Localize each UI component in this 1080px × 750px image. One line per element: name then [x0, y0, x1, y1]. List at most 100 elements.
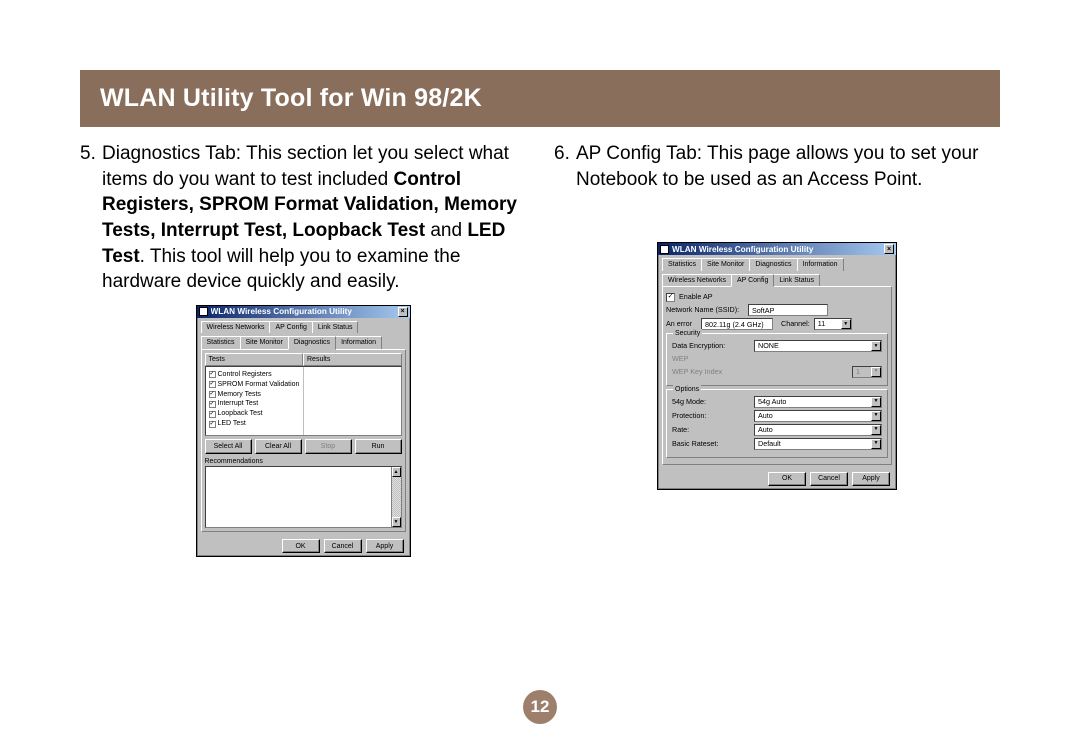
enc-select[interactable]: NONE▼: [754, 340, 882, 352]
checkbox-icon: [209, 391, 216, 398]
basic-label: Basic Rateset:: [672, 439, 754, 449]
diag-buttons: Select All Clear All Stop Run: [205, 439, 402, 453]
prot-select[interactable]: Auto▼: [754, 410, 882, 422]
g54-value: 54g Auto: [755, 397, 871, 407]
figure-a-wrap: ▣ WLAN Wireless Configuration Utility × …: [80, 305, 526, 558]
options-group: Options 54g Mode: 54g Auto▼ Protection: …: [666, 389, 888, 458]
chk-memory[interactable]: Memory Tests: [209, 390, 300, 399]
chk-loopback[interactable]: Loopback Test: [209, 409, 300, 418]
chevron-down-icon: ▼: [871, 425, 881, 435]
options-legend: Options: [673, 385, 701, 394]
test-label: Interrupt Test: [218, 399, 259, 408]
p5c: . This tool will help you to examine the…: [102, 246, 460, 293]
ok-button[interactable]: OK: [282, 539, 320, 553]
ok-button[interactable]: OK: [768, 472, 806, 486]
ssid-input[interactable]: SoftAP: [748, 304, 828, 316]
figure-b-wrap: ▣ WLAN Wireless Configuration Utility × …: [554, 242, 1000, 490]
close-icon[interactable]: ×: [398, 307, 408, 317]
tab-site-monitor[interactable]: Site Monitor: [240, 336, 289, 348]
tab-wireless-networks[interactable]: Wireless Networks: [201, 321, 271, 333]
titlebar: ▣ WLAN Wireless Configuration Utility ×: [197, 306, 410, 318]
channel-select[interactable]: 11▼: [814, 318, 852, 330]
recommendations-box[interactable]: ▲ ▼: [205, 466, 402, 528]
chk-interrupt[interactable]: Interrupt Test: [209, 399, 300, 408]
para-5-text: Diagnostics Tab: This section let you se…: [102, 141, 526, 295]
scroll-down-icon[interactable]: ▼: [392, 517, 401, 527]
list-number: 5.: [80, 141, 102, 295]
page-number-badge: 12: [523, 690, 557, 724]
col-tests-header: Tests: [205, 353, 304, 366]
g54-select[interactable]: 54g Auto▼: [754, 396, 882, 408]
tab-ap-config[interactable]: AP Config: [269, 321, 312, 333]
dialog-buttons: OK Cancel Apply: [197, 536, 410, 556]
tab-site-monitor[interactable]: Site Monitor: [701, 258, 750, 270]
tests-header: Tests Results: [205, 353, 402, 366]
chk-led[interactable]: LED Test: [209, 419, 300, 428]
ssid-row: Network Name (SSID): SoftAP: [666, 304, 888, 316]
scroll-track[interactable]: [392, 477, 401, 517]
prot-row: Protection: Auto▼: [672, 410, 882, 422]
cancel-button[interactable]: Cancel: [324, 539, 362, 553]
wepkey-value: 1: [853, 367, 871, 377]
security-legend: Security: [673, 329, 702, 338]
scrollbar[interactable]: ▲ ▼: [391, 467, 401, 527]
test-label: Control Registers: [218, 370, 272, 379]
anerror-value: 802.11g (2.4 GHz): [701, 318, 773, 330]
chevron-down-icon: ▼: [871, 341, 881, 351]
right-column: 6. AP Config Tab: This page allows you t…: [554, 141, 1000, 557]
g54-label: 54g Mode:: [672, 397, 754, 407]
tabs-row1: Statistics Site Monitor Diagnostics Info…: [658, 255, 896, 270]
chevron-down-icon: ▼: [871, 397, 881, 407]
titlebar: ▣ WLAN Wireless Configuration Utility ×: [658, 243, 896, 255]
select-all-button[interactable]: Select All: [205, 439, 252, 453]
apconfig-pane: Enable AP Network Name (SSID): SoftAP An…: [662, 286, 892, 464]
tests-list[interactable]: Control Registers SPROM Format Validatio…: [205, 366, 402, 436]
page-banner: WLAN Utility Tool for Win 98/2K: [80, 70, 1000, 127]
title-text: WLAN Wireless Configuration Utility: [211, 306, 398, 317]
chevron-down-icon: ▼: [871, 367, 881, 377]
prot-value: Auto: [755, 411, 871, 421]
clear-all-button[interactable]: Clear All: [255, 439, 302, 453]
apply-button[interactable]: Apply: [852, 472, 890, 486]
apply-button[interactable]: Apply: [366, 539, 404, 553]
tab-statistics[interactable]: Statistics: [201, 336, 241, 348]
tab-link-status[interactable]: Link Status: [773, 274, 820, 286]
checkbox-enable-ap[interactable]: [666, 293, 675, 302]
tab-diagnostics[interactable]: Diagnostics: [288, 336, 336, 349]
tabs-row1: Wireless Networks AP Config Link Status: [197, 318, 410, 333]
stop-button[interactable]: Stop: [305, 439, 352, 453]
wepkey-row: WEP Key Index 1▼: [672, 366, 882, 378]
tab-ap-config[interactable]: AP Config: [731, 274, 774, 287]
run-button[interactable]: Run: [355, 439, 402, 453]
basic-row: Basic Rateset: Default▼: [672, 438, 882, 450]
test-label: LED Test: [218, 419, 246, 428]
scroll-up-icon[interactable]: ▲: [392, 467, 401, 477]
app-icon: ▣: [199, 307, 208, 316]
rate-select[interactable]: Auto▼: [754, 424, 882, 436]
app-icon: ▣: [660, 245, 669, 254]
test-label: SPROM Format Validation: [218, 380, 300, 389]
chk-control-registers[interactable]: Control Registers: [209, 370, 300, 379]
chk-sprom[interactable]: SPROM Format Validation: [209, 380, 300, 389]
close-icon[interactable]: ×: [884, 244, 894, 254]
cancel-button[interactable]: Cancel: [810, 472, 848, 486]
checkbox-icon: [209, 371, 216, 378]
tab-information[interactable]: Information: [335, 336, 382, 348]
tab-statistics[interactable]: Statistics: [662, 258, 702, 270]
tabs-row2: Statistics Site Monitor Diagnostics Info…: [197, 333, 410, 348]
ssid-label: Network Name (SSID):: [666, 305, 748, 315]
tab-link-status[interactable]: Link Status: [312, 321, 359, 333]
channel-value: 11: [815, 319, 841, 329]
win-apconfig: ▣ WLAN Wireless Configuration Utility × …: [657, 242, 897, 490]
tab-information[interactable]: Information: [797, 258, 844, 270]
chevron-down-icon: ▼: [871, 411, 881, 421]
p5mid: and: [430, 220, 467, 241]
tab-diagnostics[interactable]: Diagnostics: [749, 258, 797, 270]
tests-col: Control Registers SPROM Format Validatio…: [206, 367, 303, 435]
tab-wireless-networks[interactable]: Wireless Networks: [662, 274, 732, 286]
enable-ap-label: Enable AP: [679, 292, 713, 302]
anerror-label: An error: [666, 319, 701, 329]
rate-value: Auto: [755, 425, 871, 435]
checkbox-icon: [209, 381, 216, 388]
basic-select[interactable]: Default▼: [754, 438, 882, 450]
